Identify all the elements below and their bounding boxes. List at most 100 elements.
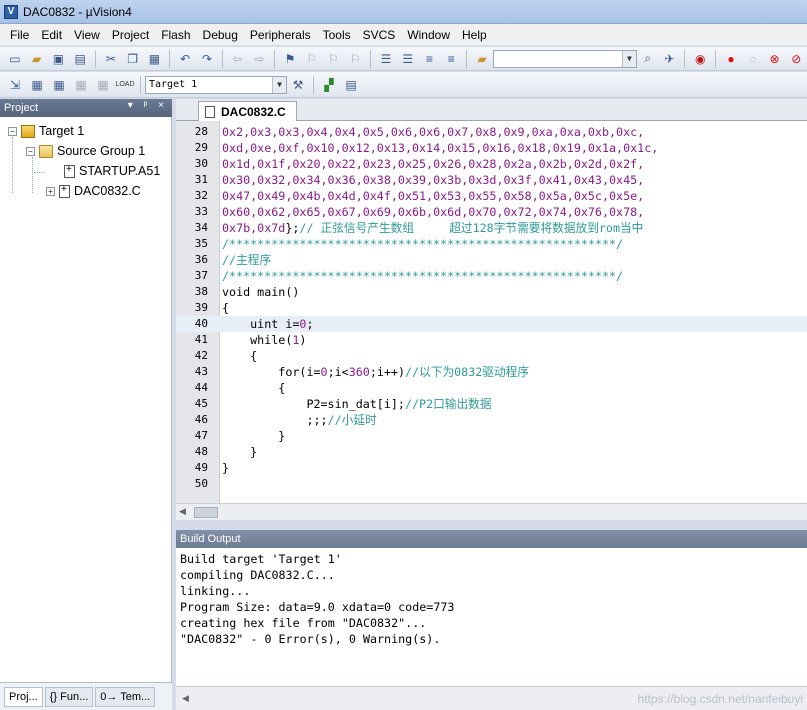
indent-icon[interactable]: ☰ bbox=[377, 50, 395, 68]
nav-forward-icon[interactable]: ⇨ bbox=[250, 50, 268, 68]
nav-back-icon[interactable]: ⇦ bbox=[229, 50, 247, 68]
collapse-icon[interactable]: − bbox=[26, 146, 35, 156]
code-line[interactable]: 42 { bbox=[176, 348, 807, 364]
comment-icon[interactable]: ≡ bbox=[421, 50, 439, 68]
download-icon[interactable]: LOAD bbox=[115, 76, 134, 94]
manage-components-icon[interactable]: ▞ bbox=[320, 76, 338, 94]
new-file-icon[interactable]: ▭ bbox=[6, 50, 24, 68]
code-line[interactable]: 44 { bbox=[176, 380, 807, 396]
code-line[interactable]: 49} bbox=[176, 460, 807, 476]
build-output-scrollbar[interactable]: ◀ https://blog.csdn.net/nanfeibuyi bbox=[176, 686, 807, 710]
code-line[interactable]: 38 void main() bbox=[176, 284, 807, 300]
code-line[interactable]: 32 0x47,0x49,0x4b,0x4d,0x4f,0x51,0x53,0x5… bbox=[176, 188, 807, 204]
redo-icon[interactable]: ↷ bbox=[198, 50, 216, 68]
tree-item-source-group[interactable]: − Source Group 1 bbox=[26, 142, 145, 160]
bookmark-icon[interactable]: ⚑ bbox=[281, 50, 299, 68]
copy-icon[interactable]: ❐ bbox=[124, 50, 142, 68]
debug-session-icon[interactable]: ◉ bbox=[691, 50, 709, 68]
batch-build-icon[interactable]: ▦ bbox=[72, 76, 90, 94]
tree-item-dac0832-file[interactable]: + DAC0832.C bbox=[46, 182, 141, 200]
code-line[interactable]: 37 /*************************************… bbox=[176, 268, 807, 284]
code-line[interactable]: 45 P2=sin_dat[i];//P2口输出数据 bbox=[176, 396, 807, 412]
translate-icon[interactable]: ⇲ bbox=[6, 76, 24, 94]
rebuild-icon[interactable]: ▦ bbox=[50, 76, 68, 94]
code-line[interactable]: 30 0x1d,0x1f,0x20,0x22,0x23,0x25,0x26,0x2… bbox=[176, 156, 807, 172]
menu-help[interactable]: Help bbox=[456, 25, 493, 45]
unindent-icon[interactable]: ☰ bbox=[399, 50, 417, 68]
find-in-files-icon[interactable]: ▰ bbox=[473, 50, 491, 68]
code-line[interactable]: 48 } bbox=[176, 444, 807, 460]
code-line[interactable]: 43 for(i=0;i<360;i++)//以下为0832驱动程序 bbox=[176, 364, 807, 380]
save-all-icon[interactable]: ▤ bbox=[71, 50, 89, 68]
code-line[interactable]: 29 0xd,0xe,0xf,0x10,0x12,0x13,0x14,0x15,0… bbox=[176, 140, 807, 156]
code-text: void main() bbox=[222, 284, 299, 300]
menu-view[interactable]: View bbox=[68, 25, 106, 45]
code-line[interactable]: 33 0x60,0x62,0x65,0x67,0x69,0x6b,0x6d,0x7… bbox=[176, 204, 807, 220]
open-folder-icon[interactable]: ▰ bbox=[28, 50, 46, 68]
tree-item-target[interactable]: − Target 1 bbox=[8, 122, 84, 140]
chevron-down-icon[interactable]: ▼ bbox=[272, 76, 286, 93]
editor-horizontal-scrollbar[interactable]: ◀ bbox=[176, 503, 807, 520]
code-line[interactable]: 36 //主程序 bbox=[176, 252, 807, 268]
menu-flash[interactable]: Flash bbox=[155, 25, 196, 45]
cut-icon[interactable]: ✂ bbox=[102, 50, 120, 68]
build-output-panel[interactable]: Build target 'Target 1' compiling DAC083… bbox=[176, 548, 807, 686]
disable-all-breakpoints-icon[interactable]: ⊗ bbox=[766, 50, 784, 68]
clear-bookmarks-icon[interactable]: ⚐ bbox=[346, 50, 364, 68]
build-icon[interactable]: ▦ bbox=[28, 76, 46, 94]
prev-bookmark-icon[interactable]: ⚐ bbox=[303, 50, 321, 68]
save-icon[interactable]: ▣ bbox=[50, 50, 68, 68]
code-text: P2=sin_dat[i];//P2口输出数据 bbox=[222, 396, 491, 412]
tab-project[interactable]: Proj... bbox=[4, 686, 43, 707]
uncomment-icon[interactable]: ≡ bbox=[442, 50, 460, 68]
code-editor[interactable]: 28 0x2,0x3,0x3,0x4,0x4,0x5,0x6,0x6,0x7,0x… bbox=[176, 121, 807, 503]
menu-window[interactable]: Window bbox=[401, 25, 456, 45]
code-text: while(1) bbox=[222, 332, 306, 348]
code-line[interactable]: 34 0x7b,0x7d};// 正弦信号产生数组 超过128字节需要将数据放到r… bbox=[176, 220, 807, 236]
disable-breakpoint-icon[interactable]: ○ bbox=[744, 50, 762, 68]
find-combo[interactable]: ▼ bbox=[492, 49, 637, 68]
menu-edit[interactable]: Edit bbox=[35, 25, 68, 45]
code-line[interactable]: 41 while(1) bbox=[176, 332, 807, 348]
file-extensions-icon[interactable]: ▤ bbox=[342, 76, 360, 94]
panel-splitter[interactable] bbox=[176, 520, 807, 530]
target-options-icon[interactable]: ⚒ bbox=[289, 76, 307, 94]
panel-header-buttons[interactable]: ▾ ᵖ × bbox=[128, 100, 168, 111]
scroll-left-icon[interactable]: ◀ bbox=[179, 506, 186, 517]
line-number: 41 bbox=[194, 333, 208, 346]
menu-project[interactable]: Project bbox=[106, 25, 155, 45]
code-line[interactable]: 40 uint i=0; bbox=[176, 316, 807, 332]
kill-all-breakpoints-icon[interactable]: ⊘ bbox=[787, 50, 805, 68]
stop-build-icon[interactable]: ▦ bbox=[94, 76, 112, 94]
find-icon[interactable]: ⌕ bbox=[639, 50, 657, 68]
code-line[interactable]: 50 bbox=[176, 476, 807, 492]
code-line[interactable]: 46 ;;;//小延时 bbox=[176, 412, 807, 428]
line-number: 50 bbox=[194, 477, 208, 490]
code-line[interactable]: 39 { bbox=[176, 300, 807, 316]
next-bookmark-icon[interactable]: ⚐ bbox=[325, 50, 343, 68]
collapse-icon[interactable]: − bbox=[8, 126, 17, 136]
tab-functions[interactable]: {} Fun... bbox=[44, 686, 94, 707]
incremental-find-icon[interactable]: ✈ bbox=[661, 50, 679, 68]
menu-svcs[interactable]: SVCS bbox=[357, 25, 402, 45]
menu-peripherals[interactable]: Peripherals bbox=[244, 25, 317, 45]
tree-item-label: STARTUP.A51 bbox=[79, 164, 161, 178]
tree-item-startup-file[interactable]: STARTUP.A51 bbox=[64, 162, 160, 180]
code-line[interactable]: 28 0x2,0x3,0x3,0x4,0x4,0x5,0x6,0x6,0x7,0x… bbox=[176, 124, 807, 140]
tab-dac0832-c[interactable]: DAC0832.C bbox=[198, 101, 297, 121]
menu-file[interactable]: File bbox=[4, 25, 35, 45]
scroll-thumb[interactable] bbox=[194, 507, 218, 518]
undo-icon[interactable]: ↶ bbox=[176, 50, 194, 68]
expand-icon[interactable]: + bbox=[46, 186, 55, 196]
chevron-down-icon[interactable]: ▼ bbox=[621, 50, 636, 67]
code-line[interactable]: 31 0x30,0x32,0x34,0x36,0x38,0x39,0x3b,0x3… bbox=[176, 172, 807, 188]
breakpoint-icon[interactable]: ● bbox=[722, 50, 740, 68]
scroll-left-icon[interactable]: ◀ bbox=[182, 693, 189, 704]
menu-debug[interactable]: Debug bbox=[197, 25, 244, 45]
menu-tools[interactable]: Tools bbox=[317, 25, 357, 45]
paste-icon[interactable]: ▦ bbox=[145, 50, 163, 68]
target-select[interactable]: Target 1 ▼ bbox=[145, 75, 287, 94]
code-line[interactable]: 47 } bbox=[176, 428, 807, 444]
tab-templates[interactable]: 0→ Tem... bbox=[95, 686, 156, 707]
code-line[interactable]: 35 /*************************************… bbox=[176, 236, 807, 252]
